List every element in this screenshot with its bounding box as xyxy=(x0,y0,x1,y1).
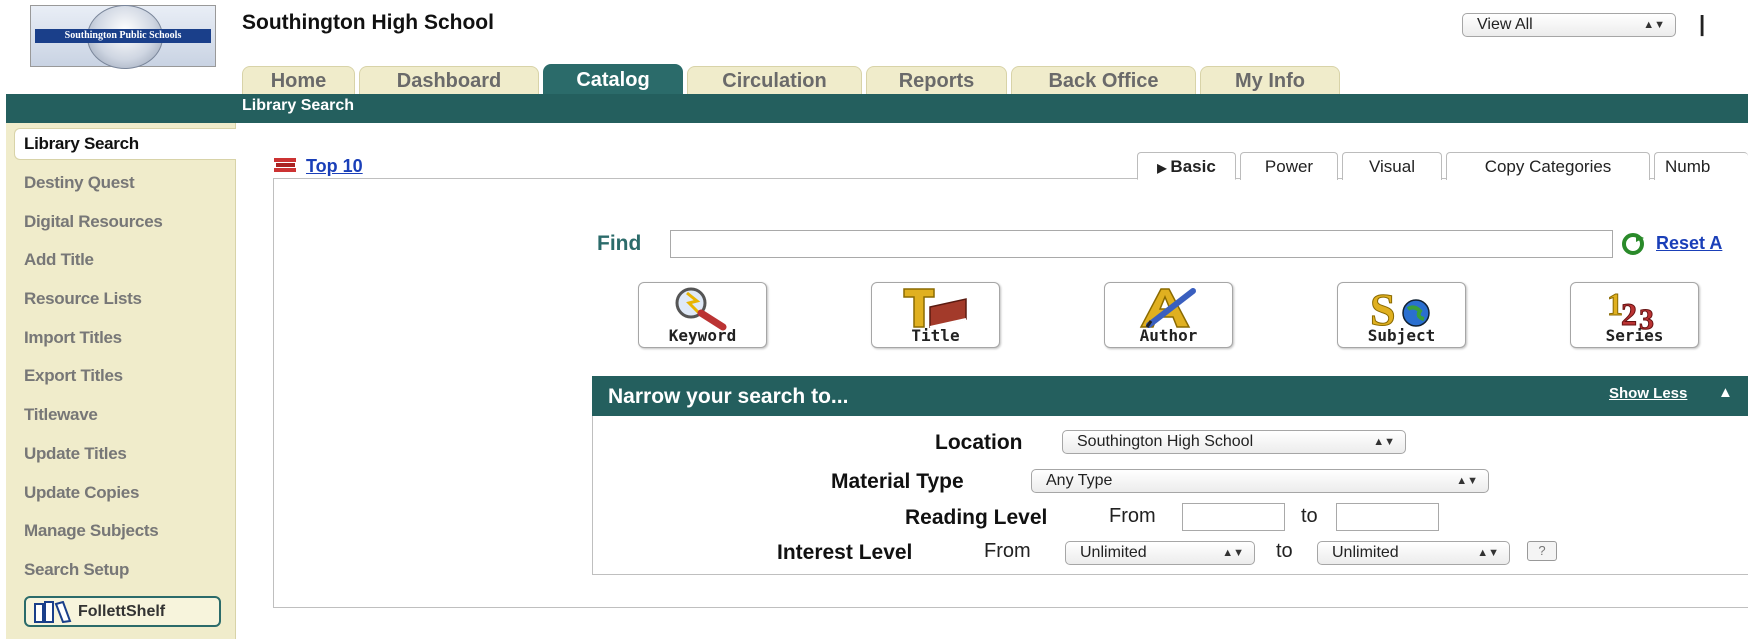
tab-my-info[interactable]: My Info xyxy=(1200,66,1340,94)
find-label: Find xyxy=(597,232,642,255)
sidebar-item-update-copies[interactable]: Update Copies xyxy=(24,483,139,503)
district-logo[interactable]: Southington Public Schools xyxy=(30,5,216,69)
reading-level-label: Reading Level xyxy=(905,506,1048,529)
material-type-value: Any Type xyxy=(1046,472,1113,489)
material-type-select[interactable]: Any Type ▲▼ xyxy=(1031,469,1489,493)
sidebar-item-export-titles[interactable]: Export Titles xyxy=(24,366,123,386)
view-select-value: View All xyxy=(1477,16,1533,33)
tab-catalog[interactable]: Catalog xyxy=(543,64,683,94)
subject-globe-icon: S xyxy=(1370,285,1430,331)
breadcrumb: Library Search xyxy=(242,97,355,114)
magnifier-lightning-icon xyxy=(675,287,727,331)
location-value: Southington High School xyxy=(1077,433,1254,450)
reading-from-label: From xyxy=(1109,505,1156,527)
reset-all-link[interactable]: Reset A xyxy=(1656,233,1722,254)
select-arrows-icon: ▲▼ xyxy=(1477,547,1499,559)
select-arrows-icon: ▲▼ xyxy=(1456,475,1478,487)
sidebar-item-update-titles[interactable]: Update Titles xyxy=(24,444,127,464)
interest-to-label: to xyxy=(1276,540,1293,562)
interest-level-label: Interest Level xyxy=(777,541,913,564)
narrow-title: Narrow your search to... xyxy=(608,385,849,408)
find-input[interactable] xyxy=(670,230,1613,258)
tab-basic-label: Basic xyxy=(1170,157,1216,176)
sidebar-item-import-titles[interactable]: Import Titles xyxy=(24,328,122,348)
tab-number[interactable]: Numb xyxy=(1654,152,1748,180)
sidebar-item-destiny-quest[interactable]: Destiny Quest xyxy=(24,173,135,193)
select-arrows-icon: ▲▼ xyxy=(1222,547,1244,559)
keyword-search-button[interactable]: Keyword xyxy=(638,282,767,348)
interest-from-label: From xyxy=(984,540,1031,562)
series-123-icon: 1 2 3 xyxy=(1607,286,1655,332)
sidebar-item-resource-lists[interactable]: Resource Lists xyxy=(24,289,142,309)
reset-refresh-icon[interactable] xyxy=(1620,233,1646,255)
tab-basic[interactable]: ▶ Basic xyxy=(1137,152,1236,180)
sidebar-item-titlewave[interactable]: Titlewave xyxy=(24,405,98,425)
material-type-label: Material Type xyxy=(831,470,964,493)
tab-reports[interactable]: Reports xyxy=(866,66,1007,94)
sidebar-item-search-setup[interactable]: Search Setup xyxy=(24,560,129,580)
author-search-button[interactable]: Author xyxy=(1104,282,1233,348)
keyword-label: Keyword xyxy=(668,326,737,345)
title-book-icon xyxy=(903,288,967,328)
chevron-up-icon[interactable]: ▲ xyxy=(1718,384,1733,401)
tab-dashboard[interactable]: Dashboard xyxy=(359,66,539,94)
interest-from-select[interactable]: Unlimited ▲▼ xyxy=(1065,541,1255,565)
reading-to-label: to xyxy=(1301,505,1318,527)
books-stack-icon xyxy=(274,158,296,172)
subject-label: Subject xyxy=(1367,326,1436,345)
reading-from-input[interactable] xyxy=(1182,503,1285,531)
sidebar-item-library-search[interactable]: Library Search xyxy=(24,134,139,154)
tab-copy-categories[interactable]: Copy Categories xyxy=(1446,152,1650,180)
series-search-button[interactable]: 1 2 3 Series xyxy=(1570,282,1699,348)
author-pen-icon xyxy=(1139,288,1196,328)
interest-from-value: Unlimited xyxy=(1080,544,1147,561)
tab-circulation[interactable]: Circulation xyxy=(687,66,862,94)
separator: | xyxy=(1699,11,1706,36)
location-select[interactable]: Southington High School ▲▼ xyxy=(1062,430,1406,454)
reading-to-input[interactable] xyxy=(1336,503,1439,531)
sidebar-item-add-title[interactable]: Add Title xyxy=(24,250,94,270)
select-arrows-icon: ▲▼ xyxy=(1373,436,1395,448)
logo-text: Southington Public Schools xyxy=(35,29,211,43)
help-button[interactable]: ? xyxy=(1527,541,1557,561)
subject-search-button[interactable]: S Subject xyxy=(1337,282,1466,348)
tab-power[interactable]: Power xyxy=(1240,152,1338,180)
svg-text:S: S xyxy=(1370,285,1396,331)
select-arrows-icon: ▲▼ xyxy=(1643,19,1665,31)
tab-home[interactable]: Home xyxy=(242,66,355,94)
interest-to-value: Unlimited xyxy=(1332,544,1399,561)
follettshelf-label: FollettShelf xyxy=(78,603,166,620)
follettshelf-button[interactable]: FollettShelf xyxy=(24,596,221,627)
title-label: Title xyxy=(911,326,960,345)
tab-visual[interactable]: Visual xyxy=(1342,152,1442,180)
top10-link[interactable]: Top 10 xyxy=(306,156,363,177)
interest-to-select[interactable]: Unlimited ▲▼ xyxy=(1317,541,1510,565)
books-icon xyxy=(34,601,72,623)
triangle-right-icon: ▶ xyxy=(1157,161,1167,175)
view-select[interactable]: View All ▲▼ xyxy=(1462,13,1676,37)
location-label: Location xyxy=(935,431,1023,454)
sidebar-item-manage-subjects[interactable]: Manage Subjects xyxy=(24,521,159,541)
show-less-link[interactable]: Show Less xyxy=(1609,385,1687,402)
title-search-button[interactable]: Title xyxy=(871,282,1000,348)
tab-back-office[interactable]: Back Office xyxy=(1011,66,1196,94)
author-label: Author xyxy=(1139,326,1198,345)
page-title: Southington High School xyxy=(242,11,494,34)
sidebar-item-digital-resources[interactable]: Digital Resources xyxy=(24,212,163,232)
series-label: Series xyxy=(1605,326,1664,345)
